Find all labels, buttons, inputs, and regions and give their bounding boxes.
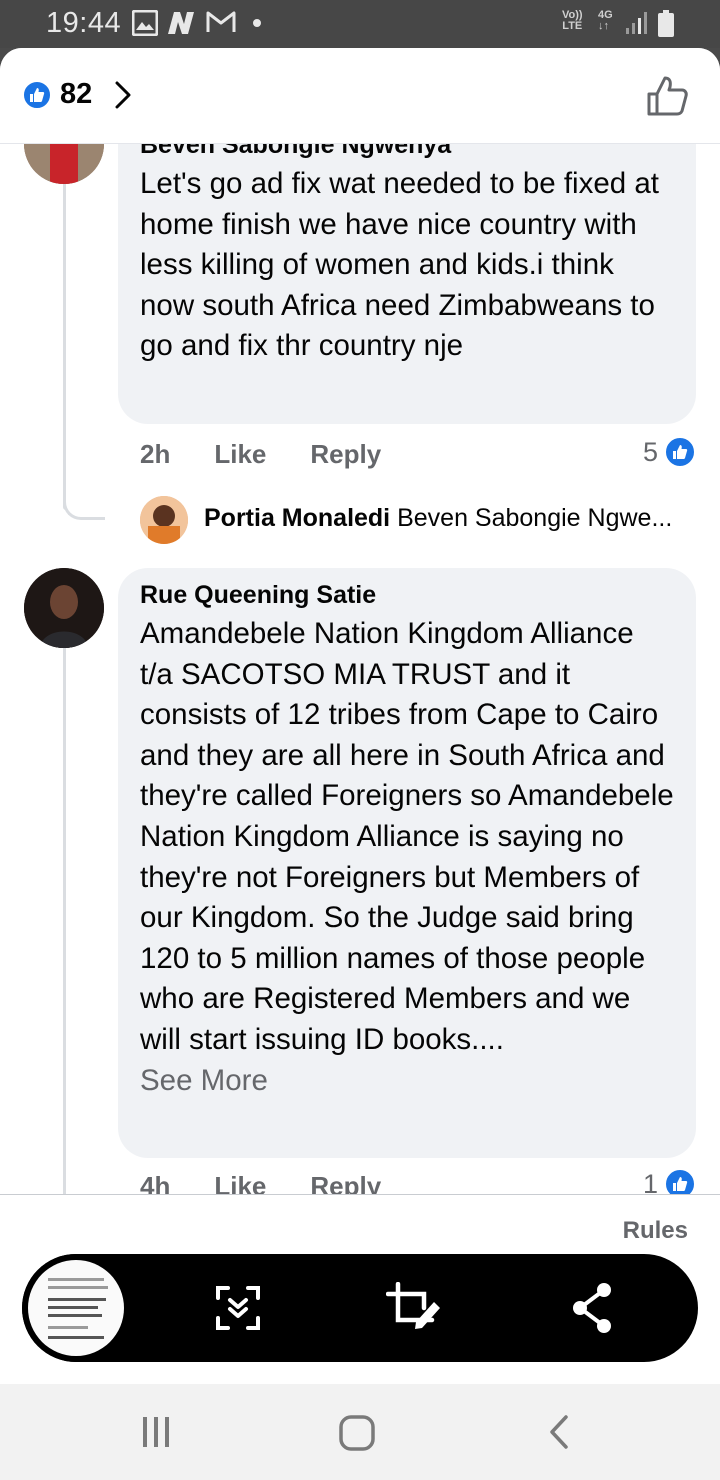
chevron-right-icon <box>115 81 131 108</box>
reply-preview[interactable]: Portia Monaledi Beven Sabongie Ngwe... <box>204 504 672 533</box>
thumbs-up-outline-icon[interactable] <box>645 74 689 118</box>
volte-icon: Vo)) LTE <box>562 9 583 32</box>
like-button[interactable]: Like <box>214 1171 266 1195</box>
like-badge-icon <box>664 436 696 468</box>
comment-actions: 2h Like Reply <box>140 434 425 474</box>
status-time: 19:44 <box>46 7 122 39</box>
comment-like-count[interactable]: 5 <box>643 436 696 468</box>
reply-avatar[interactable] <box>140 496 188 544</box>
see-more-link[interactable]: See More <box>140 1061 674 1101</box>
comments-sheet: 82 Beven Sabongie Ngwenya Let's go ad fi… <box>0 48 720 1384</box>
like-badge-icon <box>664 1168 696 1194</box>
comment-time: 4h <box>140 1170 171 1195</box>
comment-time: 2h <box>140 438 171 469</box>
sheet-header: 82 <box>0 48 720 144</box>
network-type-icon: 4G ↓↑ <box>598 9 613 32</box>
crop-edit-icon[interactable] <box>386 1282 442 1334</box>
like-button[interactable]: Like <box>214 439 266 470</box>
status-bar: 19:44 Vo)) LTE 4G ↓↑ <box>0 0 720 48</box>
thread-line <box>63 648 66 1194</box>
share-icon[interactable] <box>572 1282 612 1334</box>
reply-button[interactable]: Reply <box>310 439 381 470</box>
avatar[interactable] <box>24 568 104 648</box>
home-icon[interactable] <box>338 1414 376 1452</box>
comment-text: Let's go ad fix wat needed to be fixed a… <box>140 167 659 363</box>
thread-connector <box>63 488 105 520</box>
comment-like-count[interactable]: 1 <box>643 1168 696 1194</box>
back-icon[interactable] <box>544 1414 574 1450</box>
reply-snippet: Beven Sabongie Ngwe... <box>397 504 673 532</box>
comment-text: Amandebele Nation Kingdom Alliance t/a S… <box>140 617 674 1056</box>
reaction-summary[interactable]: 82 <box>22 78 132 111</box>
signal-icon <box>626 12 647 34</box>
comments-list: Beven Sabongie Ngwenya Let's go ad fix w… <box>0 144 720 1194</box>
comment-bubble[interactable]: Beven Sabongie Ngwenya Let's go ad fix w… <box>118 144 696 424</box>
screenshot-preview-thumbnail[interactable] <box>22 1254 130 1362</box>
reply-button[interactable]: Reply <box>310 1171 381 1195</box>
like-count-value: 5 <box>642 436 658 467</box>
navigation-bar <box>0 1384 720 1480</box>
like-badge-icon <box>22 79 52 110</box>
rules-link[interactable]: Rules <box>623 1217 688 1245</box>
n-app-icon <box>168 12 194 34</box>
comment-author[interactable]: Rue Queening Satie <box>140 580 674 610</box>
like-count-value: 1 <box>642 1168 658 1195</box>
screenshot-toolbar <box>22 1254 698 1362</box>
battery-icon <box>658 10 674 37</box>
scroll-capture-icon[interactable] <box>212 1282 264 1334</box>
comment-actions: 4h Like Reply <box>140 1166 425 1195</box>
gallery-icon <box>132 10 158 36</box>
reaction-count: 82 <box>60 78 93 110</box>
avatar[interactable] <box>24 144 104 184</box>
dot-icon <box>253 19 261 27</box>
comment-author[interactable]: Beven Sabongie Ngwenya <box>140 144 674 160</box>
gmail-icon <box>206 11 236 32</box>
thread-line <box>63 184 66 510</box>
comment-bubble[interactable]: Rue Queening Satie Amandebele Nation Kin… <box>118 568 696 1158</box>
reply-author[interactable]: Portia Monaledi <box>204 504 390 532</box>
recents-icon[interactable] <box>138 1414 174 1450</box>
